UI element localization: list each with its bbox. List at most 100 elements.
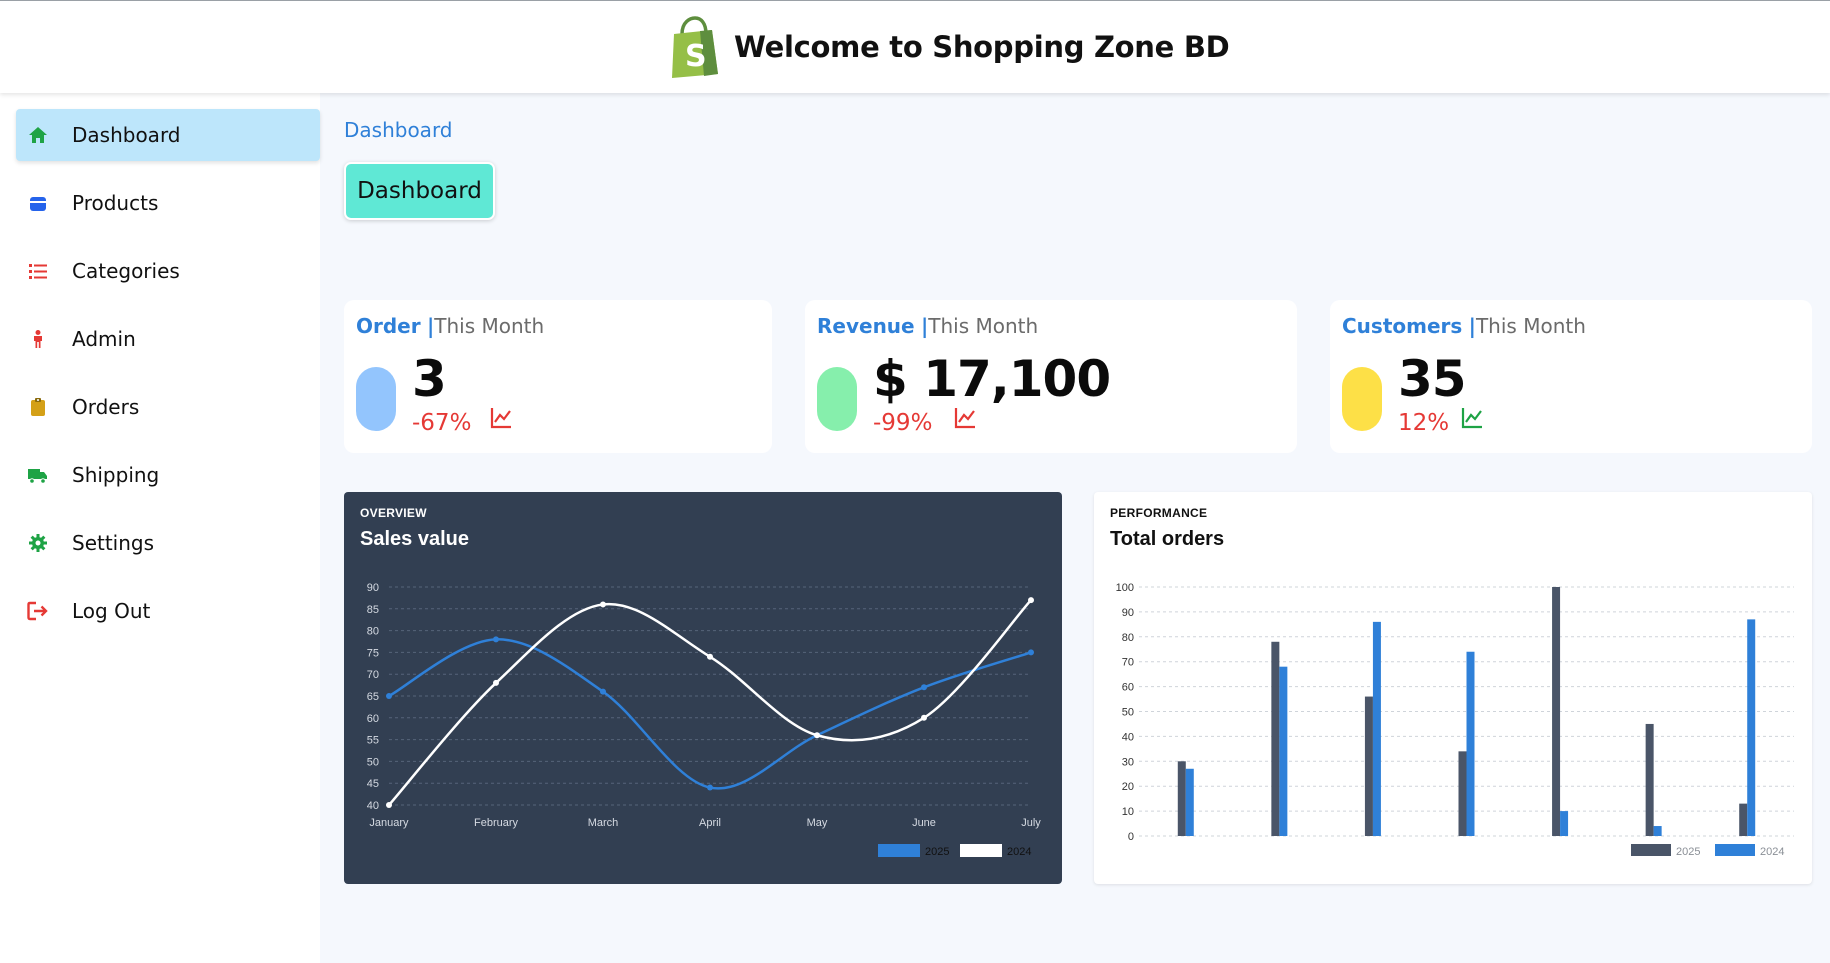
stat-change: -99% [873,410,933,436]
sidebar-item-products[interactable]: Products [16,177,320,229]
home-icon [27,124,49,146]
y-tick-label: 85 [367,604,379,616]
card-key: Order [356,314,421,338]
sidebar-item-logout[interactable]: Log Out [16,585,320,637]
stat-pill [356,367,396,431]
revenue-stat-card: Revenue |This Month $ 17,100 -99% [805,300,1297,453]
legend-label: 2025 [925,846,949,858]
sales-line-chart[interactable]: 40 45 50 55 60 65 70 75 80 85 90 January February Mar… [344,492,1062,884]
series-line-2025 [388,638,1032,790]
legend-swatch [1631,844,1671,856]
y-tick-label: 40 [1122,731,1134,743]
sidebar-item-admin[interactable]: Admin [16,313,320,365]
y-tick-label: 10 [1122,806,1134,818]
data-point [386,693,392,699]
data-point [1028,597,1034,604]
trend-icon [1461,408,1482,429]
x-tick-label: March [588,817,619,829]
y-tick-label: 40 [367,800,379,812]
card-key: Customers [1342,314,1463,338]
dashboard-button[interactable]: Dashboard [344,162,495,220]
y-tick-label: 80 [1122,632,1134,644]
sidebar-item-label: Dashboard [72,123,181,147]
y-tick-label: 90 [367,582,379,594]
data-point [386,802,392,808]
orders-bar-chart[interactable]: 0 10 20 30 40 50 60 70 80 90 100 2025 2024 [1094,492,1812,884]
data-point [921,714,927,721]
sidebar-item-label: Orders [72,395,140,419]
brand[interactable]: S Welcome to Shopping Zone BD [668,16,1230,78]
bar-2025 [1271,641,1280,836]
trend-icon [490,408,511,429]
stat-change: 12% [1398,410,1450,436]
bar-2025 [1364,696,1373,836]
bar-2024 [1185,768,1194,836]
sidebar-item-categories[interactable]: Categories [16,245,320,297]
bar-2025 [1645,723,1654,836]
person-icon [27,328,49,350]
card-heading: Revenue |This Month [817,314,1038,338]
y-tick-label: 50 [367,756,379,768]
y-tick-label: 45 [367,778,379,790]
card-heading: Order |This Month [356,314,544,338]
sidebar-item-dashboard[interactable]: Dashboard [16,109,320,161]
y-tick-label: 0 [1128,831,1134,843]
card-period: This Month [928,314,1039,338]
bar-2024 [1653,826,1662,836]
data-point [600,688,606,695]
y-tick-label: 55 [367,735,379,747]
bar-2024 [1747,619,1756,836]
y-tick-label: 50 [1122,707,1134,719]
legend-label: 2024 [1760,846,1784,858]
customers-stat-card: Customers |This Month 35 12% [1330,300,1812,453]
legend-swatch [1715,844,1755,856]
sidebar-item-label: Log Out [72,599,151,623]
bar-2025 [1552,587,1561,836]
legend-swatch [960,844,1002,857]
trend-icon [954,408,975,429]
x-tick-label: June [912,817,936,829]
y-tick-label: 60 [367,713,379,725]
list-icon [27,260,49,282]
sidebar-item-orders[interactable]: Orders [16,381,320,433]
sidebar-item-label: Settings [72,531,155,555]
y-tick-label: 60 [1122,682,1134,694]
sidebar-item-settings[interactable]: Settings [16,517,320,569]
truck-icon [27,464,49,486]
card-period: This Month [434,314,545,338]
legend-label: 2024 [1007,846,1031,858]
top-header: S Welcome to Shopping Zone BD [0,0,1830,93]
data-point [1028,649,1034,656]
bar-2024 [1466,651,1475,836]
stat-value: $ 17,100 [873,350,1111,408]
stat-value: 35 [1398,350,1467,408]
stat-pill [817,367,857,431]
card-heading: Customers |This Month [1342,314,1586,338]
gear-icon [27,532,49,554]
card-separator: | [1468,314,1476,338]
x-tick-label: May [807,817,828,829]
y-tick-label: 20 [1122,781,1134,793]
breadcrumb[interactable]: Dashboard [344,118,453,142]
app-title: Welcome to Shopping Zone BD [734,30,1230,64]
y-tick-label: 75 [367,647,379,659]
bar-2024 [1372,621,1381,836]
data-point [921,684,927,691]
stat-pill [1342,367,1382,431]
bar-2025 [1458,751,1467,836]
stat-value: 3 [412,350,447,408]
sidebar-item-label: Admin [72,327,136,351]
card-period: This Month [1475,314,1586,338]
y-tick-label: 30 [1122,756,1134,768]
order-stat-card: Order |This Month 3 -67% [344,300,772,453]
sidebar-item-shipping[interactable]: Shipping [16,449,320,501]
logout-icon [27,600,49,622]
x-tick-label: January [369,817,409,829]
y-tick-label: 80 [367,626,379,638]
data-point [493,679,499,686]
data-point [814,732,820,739]
card-key: Revenue [817,314,915,338]
bar-2025 [1177,761,1186,836]
y-tick-label: 100 [1116,582,1134,594]
box-icon [27,192,49,214]
